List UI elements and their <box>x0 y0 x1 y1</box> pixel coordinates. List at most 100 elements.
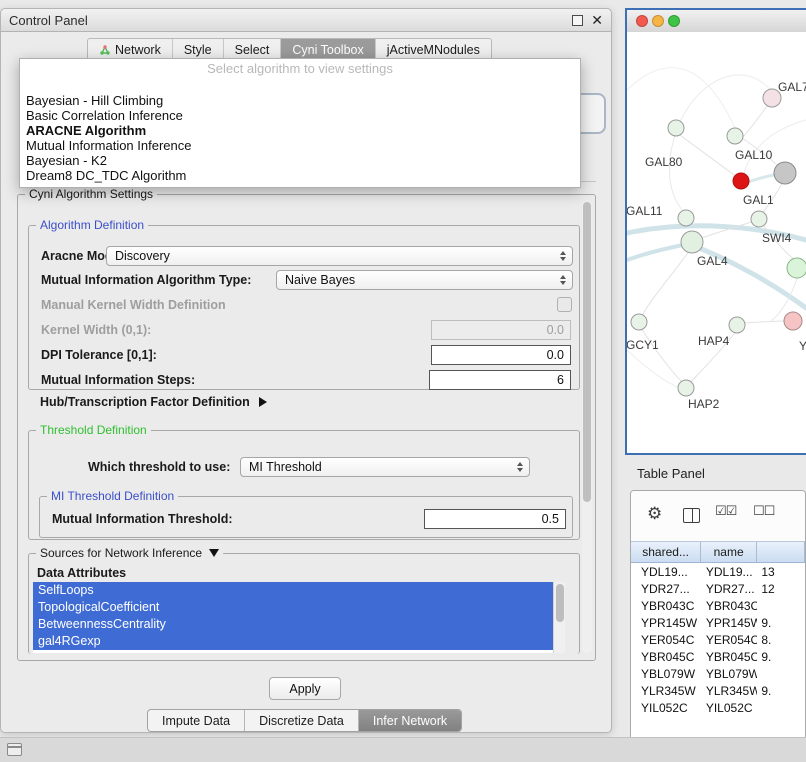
data-attributes-label: Data Attributes <box>37 566 126 580</box>
which-threshold-select[interactable]: MI Threshold <box>240 457 530 477</box>
column-header-extra[interactable] <box>757 542 805 562</box>
list-scrollbar[interactable] <box>553 582 565 653</box>
network-node[interactable] <box>681 231 703 253</box>
table-row[interactable]: YDL19...YDL19...13 <box>631 563 805 580</box>
bottom-dock-strip <box>0 737 806 762</box>
tab-label: Select <box>235 43 270 57</box>
table-row[interactable]: YDR27...YDR27...12 <box>631 580 805 597</box>
network-edge[interactable] <box>627 244 688 260</box>
window-title: Control Panel <box>9 13 88 28</box>
dpi-tolerance-field[interactable]: 0.0 <box>431 345 571 365</box>
table-row[interactable]: YBL079WYBL079W <box>631 665 805 682</box>
table-row[interactable]: YPR145WYPR145W9. <box>631 614 805 631</box>
mi-steps-label: Mutual Information Steps: <box>41 373 195 387</box>
network-node[interactable] <box>678 210 694 226</box>
column-header-name[interactable]: name <box>701 542 757 562</box>
close-traffic-light-icon[interactable] <box>636 15 648 27</box>
tab-network[interactable]: Network <box>88 39 173 60</box>
mi-type-label: Mutual Information Algorithm Type: <box>41 273 251 287</box>
kernel-width-field[interactable]: 0.0 <box>431 320 571 340</box>
algorithm-option-aracne-algorithm[interactable]: ARACNE Algorithm <box>20 123 580 138</box>
table-row[interactable]: YER054CYER054C8. <box>631 631 805 648</box>
tab-label: Cyni Toolbox <box>292 43 363 57</box>
bottom-tab-discretize-data[interactable]: Discretize Data <box>245 710 359 731</box>
tab-jactivemnodules[interactable]: jActiveMNodules <box>376 39 491 60</box>
bottom-tab-infer-network[interactable]: Infer Network <box>359 710 461 731</box>
close-icon[interactable]: ✕ <box>591 11 603 29</box>
cell: 9. <box>757 650 805 664</box>
network-edge[interactable] <box>740 104 769 140</box>
control-panel-titlebar[interactable]: Control Panel ✕ <box>1 9 611 32</box>
network-edge[interactable] <box>680 75 772 122</box>
cell: 13 <box>757 565 805 579</box>
tab-style[interactable]: Style <box>173 39 224 60</box>
cell: YIL052C <box>631 701 702 715</box>
algorithm-option-dream8-dc-tdc-algorithm[interactable]: Dream8 DC_TDC Algorithm <box>20 168 580 183</box>
network-edge[interactable] <box>744 120 806 174</box>
aracne-mode-select[interactable]: Discovery <box>106 246 573 266</box>
cell: YDR27... <box>702 582 757 596</box>
manual-kernel-checkbox[interactable] <box>557 297 572 312</box>
attribute-item-gal4rgexp[interactable]: gal4RGexp <box>33 633 553 650</box>
collapsed-arrow-icon <box>259 397 267 407</box>
tab-cyni-toolbox[interactable]: Cyni Toolbox <box>281 39 375 60</box>
network-node[interactable] <box>733 173 749 189</box>
column-header-shared[interactable]: shared... <box>631 542 701 562</box>
network-edge[interactable] <box>641 328 683 383</box>
network-node[interactable] <box>787 258 806 278</box>
network-edge[interactable] <box>642 250 690 316</box>
attribute-item-topologicalcoefficient[interactable]: TopologicalCoefficient <box>33 599 553 616</box>
manual-kernel-label: Manual Kernel Width Definition <box>41 298 226 312</box>
node-label-gal10: GAL10 <box>735 148 773 162</box>
table-row[interactable]: YLR345WYLR345W9. <box>631 682 805 699</box>
network-node[interactable] <box>774 162 796 184</box>
cell: YBL079W <box>631 667 702 681</box>
gear-icon[interactable]: ⚙ <box>647 504 662 524</box>
algorithm-option-bayesian-k2[interactable]: Bayesian - K2 <box>20 153 580 168</box>
table-row[interactable]: YIL052CYIL052C <box>631 699 805 716</box>
column-selector-icon[interactable] <box>683 508 700 523</box>
sources-section-toggle[interactable]: Sources for Network Inference <box>36 546 223 560</box>
attribute-item-selfloops[interactable]: SelfLoops <box>33 582 553 599</box>
tab-select[interactable]: Select <box>224 39 282 60</box>
network-node[interactable] <box>727 128 743 144</box>
network-canvas[interactable]: GAL7GAL80GAL10GAL11GAL1SWI4GAL4GCY1HAP4H… <box>627 32 806 453</box>
mi-algorithm-type-select[interactable]: Naive Bayes <box>276 270 573 290</box>
algorithm-option-basic-correlation-inference[interactable]: Basic Correlation Inference <box>20 108 580 123</box>
network-node[interactable] <box>729 317 745 333</box>
settings-scrollbar-thumb[interactable] <box>583 202 591 502</box>
network-edge[interactable] <box>669 132 684 212</box>
restore-panel-icon[interactable] <box>7 743 22 756</box>
attribute-item-betweennesscentrality[interactable]: BetweennessCentrality <box>33 616 553 633</box>
minimize-traffic-light-icon[interactable] <box>652 15 664 27</box>
network-node[interactable] <box>751 211 767 227</box>
algorithm-option-mutual-information-inference[interactable]: Mutual Information Inference <box>20 138 580 153</box>
sources-group: Sources for Network Inference Data Attri… <box>28 553 580 654</box>
table-row[interactable]: YBR045CYBR045C9. <box>631 648 805 665</box>
network-node[interactable] <box>631 314 647 330</box>
zoom-traffic-light-icon[interactable] <box>668 15 680 27</box>
network-edge[interactable] <box>627 350 680 388</box>
network-window-titlebar[interactable] <box>627 10 806 33</box>
deselect-all-checkboxes-icon[interactable]: ☐☐ <box>753 504 774 519</box>
algorithm-option-bayesian-hill-climbing[interactable]: Bayesian - Hill Climbing <box>20 93 580 108</box>
bottom-tab-impute-data[interactable]: Impute Data <box>148 710 245 731</box>
settings-scrollbar[interactable] <box>582 200 592 653</box>
float-window-icon[interactable] <box>572 15 583 26</box>
network-node[interactable] <box>678 380 694 396</box>
network-node[interactable] <box>784 312 802 330</box>
select-all-checkboxes-icon[interactable]: ☑☑ <box>715 504 736 519</box>
hub-transcription-section-toggle[interactable]: Hub/Transcription Factor Definition <box>40 395 267 409</box>
apply-button[interactable]: Apply <box>269 677 341 700</box>
table-row[interactable]: YBR043CYBR043C <box>631 597 805 614</box>
mi-threshold-field[interactable]: 0.5 <box>424 509 566 529</box>
network-node[interactable] <box>668 120 684 136</box>
list-scrollbar-thumb[interactable] <box>556 584 564 622</box>
cell: YBR045C <box>631 650 702 664</box>
data-attributes-listbox: SelfLoopsTopologicalCoefficientBetweenne… <box>33 582 565 653</box>
table-panel-title: Table Panel <box>637 466 705 481</box>
tab-label: Network <box>115 43 161 57</box>
node-label-gal1: GAL1 <box>743 193 774 207</box>
mi-steps-field[interactable]: 6 <box>429 370 571 390</box>
network-edge[interactable] <box>744 321 786 323</box>
